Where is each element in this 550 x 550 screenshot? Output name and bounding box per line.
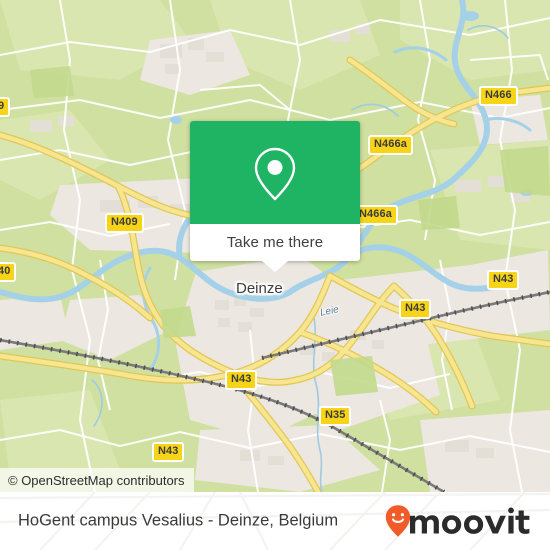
road-shield-n43-lower-left[interactable]: N43 — [152, 442, 185, 462]
map-pin-icon — [254, 147, 296, 200]
moovit-wordmark — [410, 507, 530, 534]
footer-bar: HoGent campus Vesalius - Deinze, Belgium — [0, 492, 550, 550]
road-shield-edge-upper-left[interactable]: 9 — [0, 97, 11, 117]
osm-attribution[interactable]: © OpenStreetMap contributors — [0, 468, 194, 492]
popup-pointer-triangle — [262, 261, 288, 272]
road-shield-n466[interactable]: N466 — [479, 86, 518, 106]
screenshot-root: Deinze Leie N466 N466a N466a N409 N43 N4… — [0, 0, 550, 550]
location-popup-card[interactable]: Take me there — [190, 121, 360, 272]
moovit-logo[interactable] — [385, 505, 534, 538]
moovit-smiley-pin-icon — [385, 505, 411, 537]
road-shield-n43-center-right[interactable]: N43 — [399, 299, 432, 319]
road-shield-n466a-upper[interactable]: N466a — [368, 135, 413, 155]
road-shield-n35[interactable]: N35 — [319, 406, 352, 426]
take-me-there-label: Take me there — [226, 234, 324, 251]
road-shield-n43-right[interactable]: N43 — [487, 270, 520, 290]
road-shield-n409[interactable]: N409 — [105, 213, 144, 233]
road-shield-edge-lower-left[interactable]: 40 — [0, 262, 17, 282]
popup-pin-panel — [190, 121, 360, 224]
take-me-there-button[interactable]: Take me there — [190, 224, 360, 272]
location-title: HoGent campus Vesalius - Deinze, Belgium — [18, 511, 339, 530]
place-label-deinze: Deinze — [236, 280, 283, 297]
road-shield-n43-center[interactable]: N43 — [225, 370, 258, 390]
